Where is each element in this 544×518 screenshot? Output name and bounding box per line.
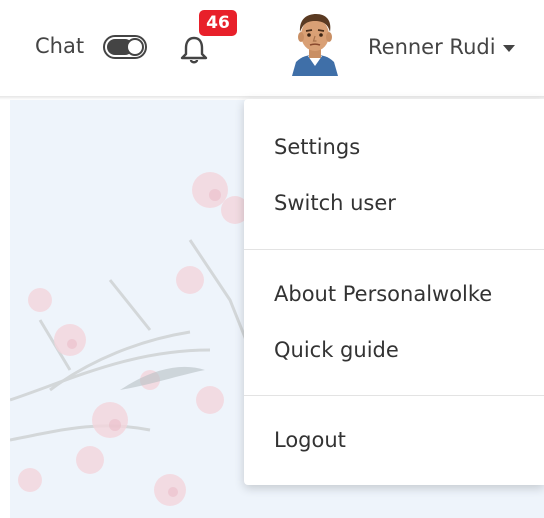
user-name: Renner Rudi <box>368 35 496 59</box>
app-window: Chat 46 Renner Rudi Settings Switch user… <box>0 0 544 518</box>
chat-toggle[interactable] <box>103 35 147 59</box>
toggle-knob <box>126 38 144 56</box>
top-bar: Chat 46 Renner Rudi <box>0 0 544 96</box>
menu-item-about[interactable]: About Personalwolke <box>274 279 492 309</box>
user-avatar-icon <box>292 14 338 76</box>
menu-separator <box>244 249 544 250</box>
avatar[interactable] <box>288 10 342 76</box>
menu-item-quick-guide[interactable]: Quick guide <box>274 335 399 365</box>
user-menu-toggle[interactable]: Renner Rudi <box>368 31 515 63</box>
user-dropdown-menu: Settings Switch user About Personalwolke… <box>244 99 544 485</box>
menu-item-logout[interactable]: Logout <box>274 425 346 455</box>
menu-item-settings[interactable]: Settings <box>274 132 360 162</box>
notification-count-badge: 46 <box>199 10 237 36</box>
chat-label: Chat <box>35 34 85 58</box>
menu-item-switch-user[interactable]: Switch user <box>274 188 396 218</box>
caret-down-icon <box>502 45 515 52</box>
bell-icon <box>180 36 208 64</box>
menu-separator <box>244 395 544 396</box>
